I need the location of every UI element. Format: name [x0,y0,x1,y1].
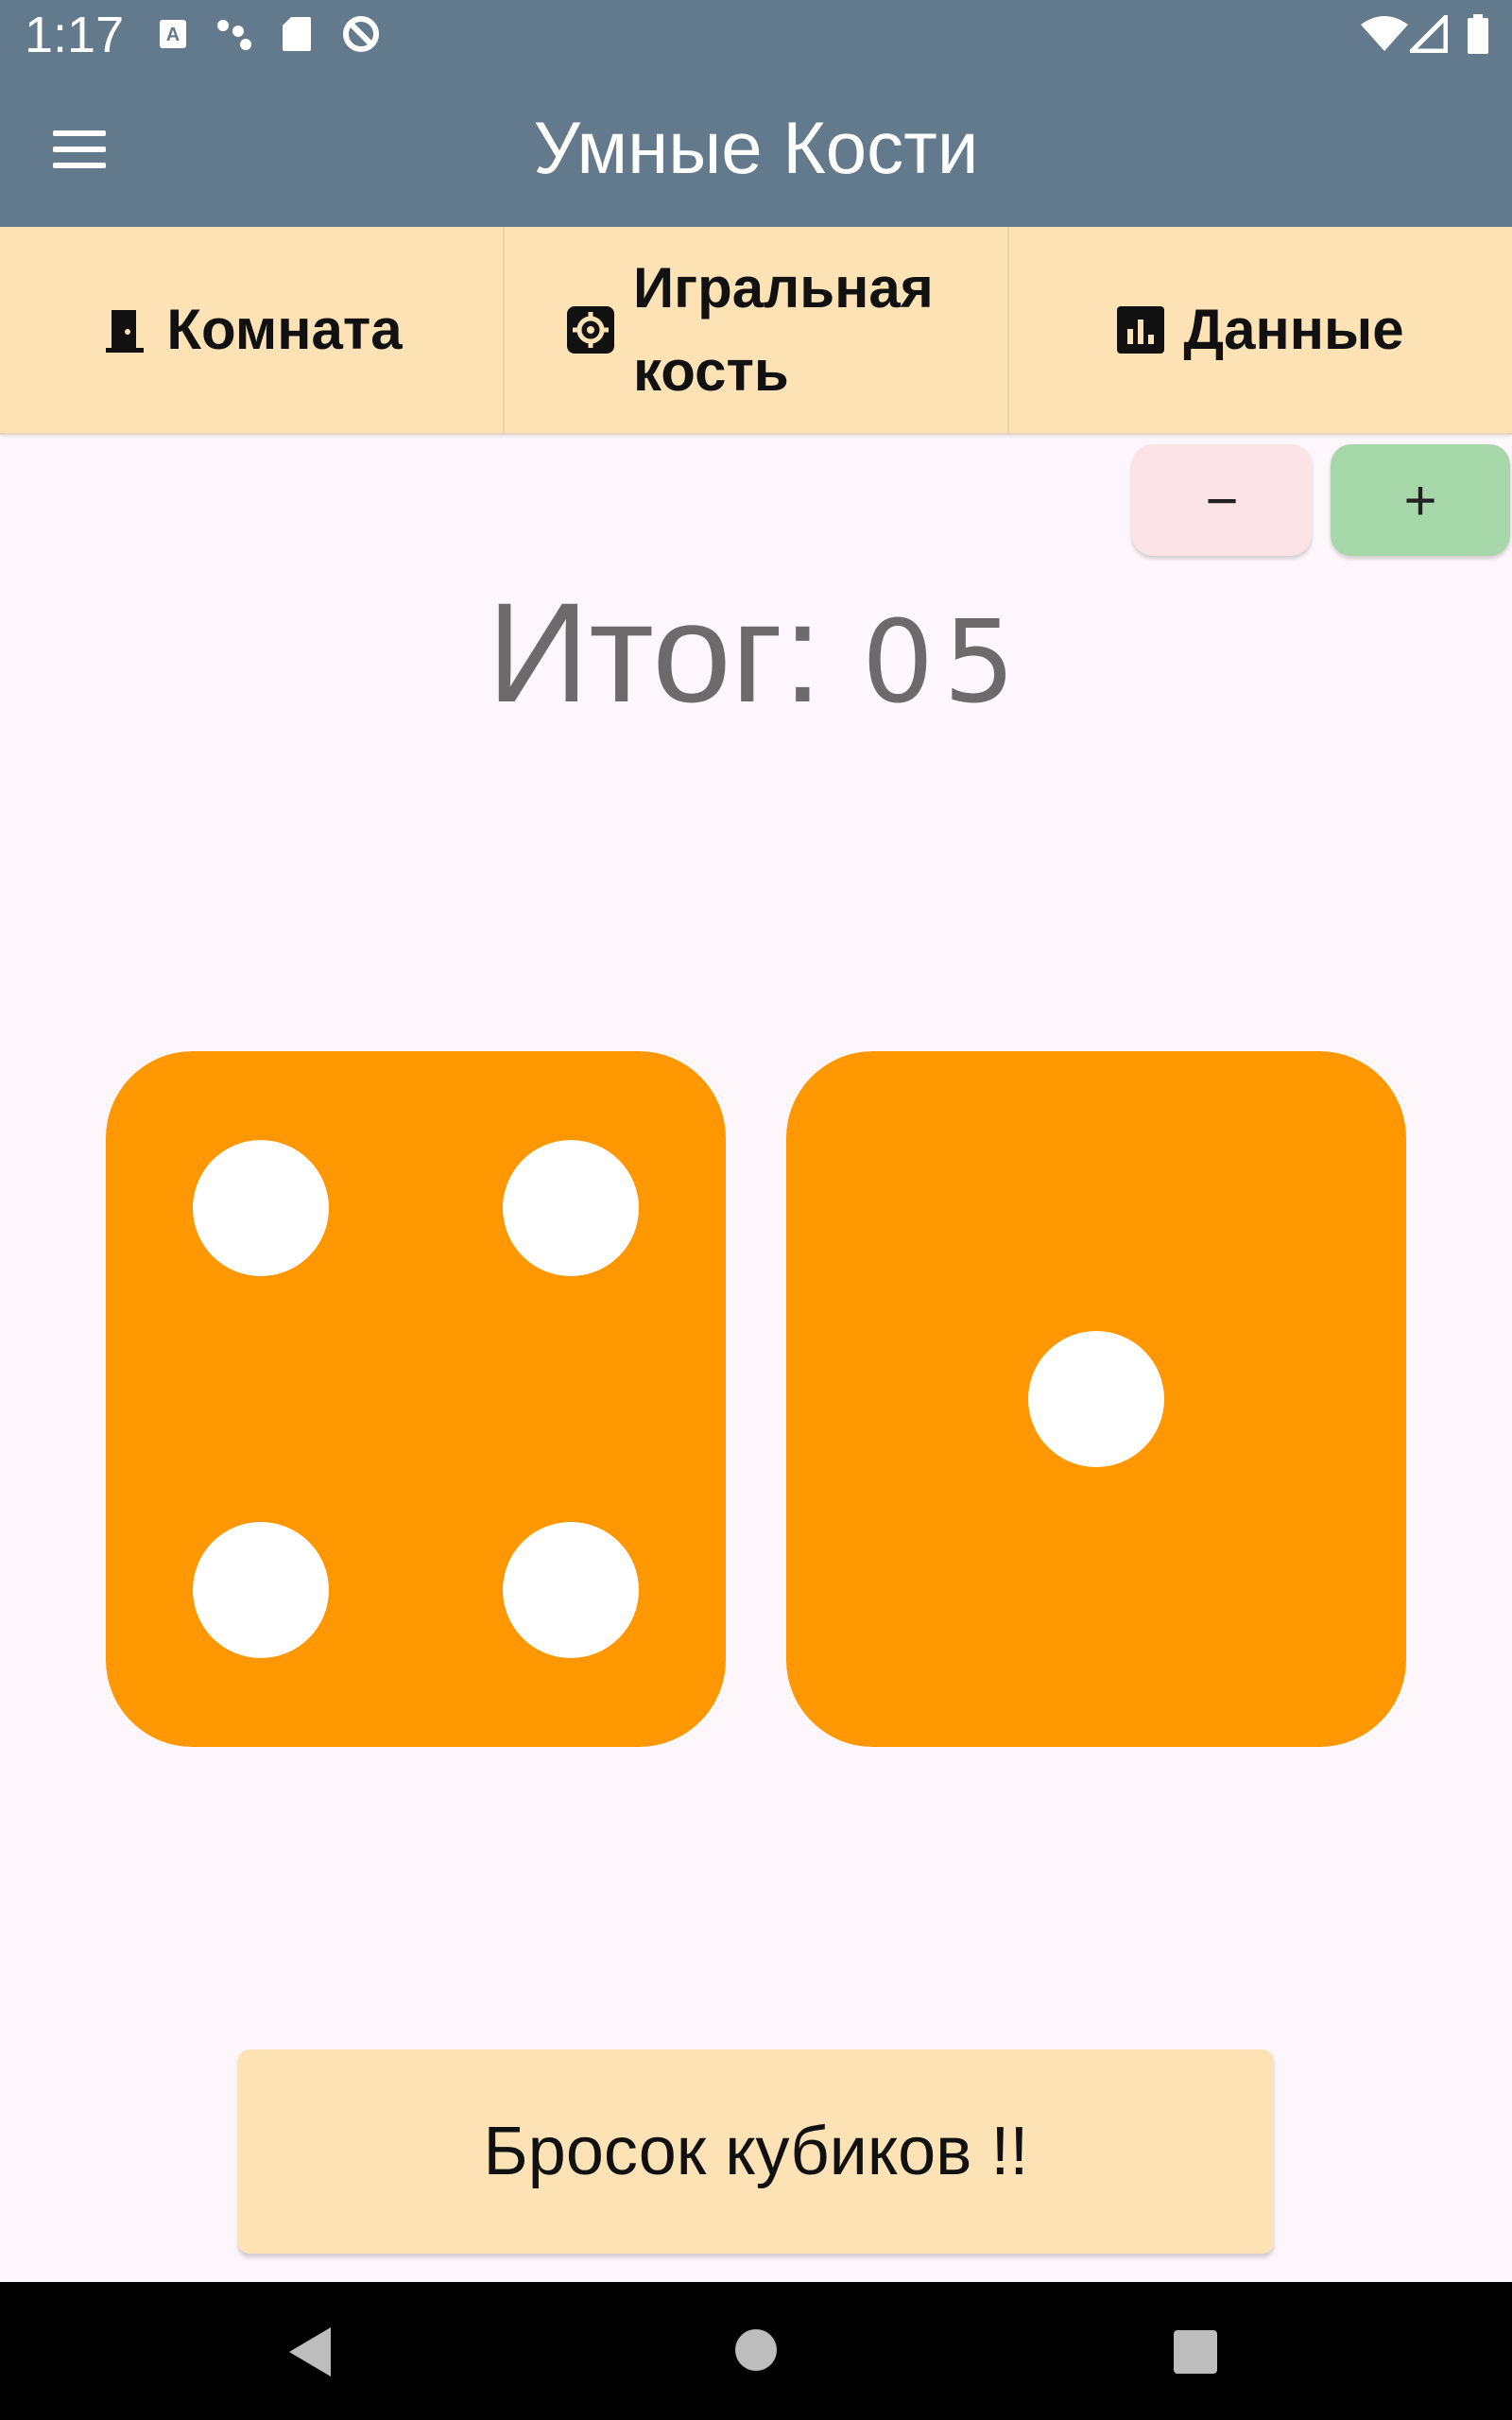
tab-bar: Комната Игральная кость Данные [0,227,1512,435]
wifi-icon [1361,15,1408,53]
dots-icon [215,15,255,53]
svg-text:A: A [166,25,180,45]
tab-data-label: Данные [1183,298,1404,361]
keyboard-a-icon: A [159,15,187,53]
gear-icon [567,306,614,354]
roll-dice-button[interactable]: Бросок кубиков !! [238,2049,1274,2254]
total-display: Итог: 05 [0,567,1512,749]
app-title: Умные Кости [533,106,979,189]
die-pip [193,1139,329,1276]
bar-chart-icon [1117,306,1165,354]
recents-icon[interactable] [1174,2330,1217,2374]
signal-icon [1410,15,1448,53]
die-1[interactable] [106,1051,726,1747]
tab-data[interactable]: Данные [1009,227,1512,433]
total-label: Итог: [487,573,823,732]
tab-die-label: Игральная кость [633,256,934,403]
tab-room[interactable]: Комната [0,227,503,433]
total-value: 05 [861,597,1025,729]
decrease-dice-button[interactable]: − [1132,444,1312,556]
tab-die[interactable]: Игральная кость [505,227,1007,433]
home-icon[interactable] [735,2329,777,2371]
sd-card-icon [282,15,312,53]
die-pip [1028,1331,1164,1467]
die-2[interactable] [786,1051,1406,1747]
tab-room-label: Комната [166,298,403,361]
door-icon [100,306,147,354]
back-icon[interactable] [289,2327,331,2377]
increase-dice-button[interactable]: + [1331,444,1510,556]
sync-icon [340,15,382,53]
die-pip [503,1522,639,1659]
status-time: 1:17 [25,7,125,63]
battery-icon [1467,14,1489,54]
die-pip [193,1522,329,1659]
die-pip [503,1139,639,1276]
